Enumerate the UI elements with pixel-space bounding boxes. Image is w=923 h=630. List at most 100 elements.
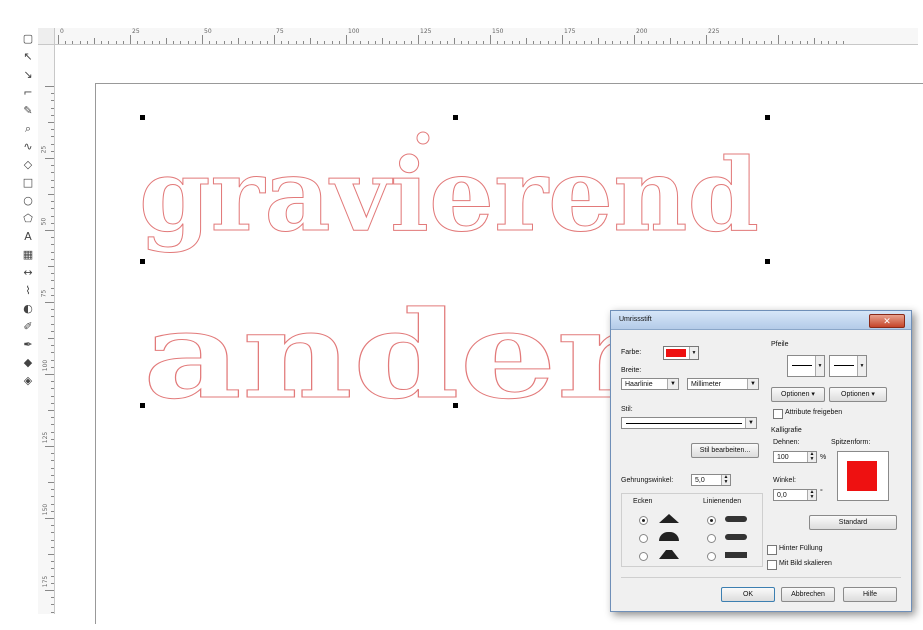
vertical-ruler[interactable]: 255075100125150175200	[38, 44, 55, 614]
ruler-tick	[51, 496, 54, 498]
ruler-tick	[806, 41, 808, 44]
ruler-label: 150	[492, 28, 504, 35]
ruler-tick	[51, 244, 54, 246]
horizontal-ruler[interactable]: 0 25 50 75 100 125 150 175 200 225	[38, 28, 918, 45]
ruler-tick	[48, 338, 54, 339]
cap-round-radio[interactable]	[707, 534, 716, 543]
ruler-tick	[158, 41, 160, 44]
arrow-end-select[interactable]: ▼	[829, 355, 867, 377]
ruler-tick	[58, 35, 59, 44]
hilfe-button[interactable]: Hilfe	[843, 587, 897, 602]
ruler-tick	[785, 41, 787, 44]
nib-shape-preview[interactable]	[837, 451, 889, 501]
selection-handle[interactable]	[140, 403, 145, 408]
ruler-tick	[151, 41, 153, 44]
hinter-fuellung-checkbox[interactable]	[767, 545, 777, 555]
ruler-tick	[45, 86, 54, 87]
ruler-tick	[51, 129, 54, 131]
corner-miter-radio[interactable]	[639, 516, 648, 525]
rectangle-tool-icon[interactable]: □	[21, 176, 35, 190]
curve-tool-icon[interactable]: ∿	[21, 140, 35, 154]
ruler-tick	[583, 41, 585, 44]
selection-handle[interactable]	[453, 115, 458, 120]
selection-handle[interactable]	[765, 259, 770, 264]
selection-handle[interactable]	[765, 115, 770, 120]
ruler-tick	[51, 150, 54, 152]
ruler-tick	[51, 539, 54, 541]
polygon-tool-icon[interactable]: ⬠	[21, 212, 35, 226]
selection-handle[interactable]	[453, 403, 458, 408]
close-icon[interactable]: ✕	[869, 314, 905, 328]
dehnen-spinner[interactable]: 100 ▲ ▼	[773, 451, 817, 463]
stil-bearbeiten-button[interactable]: Stil bearbeiten...	[691, 443, 759, 458]
optionen-right-button[interactable]: Optionen ▾	[829, 387, 887, 402]
ruler-tick	[302, 41, 304, 44]
optionen-left-button[interactable]: Optionen ▾	[771, 387, 825, 402]
ruler-label: 175	[42, 575, 50, 588]
ruler-tick	[360, 41, 362, 44]
dimension-tool-icon[interactable]: ↔	[21, 266, 35, 280]
breite-select[interactable]: Haarlinie ▼	[621, 378, 679, 390]
dialog-titlebar[interactable]: Umrissstift ✕	[611, 311, 911, 330]
connector-tool-icon[interactable]: ⌇	[21, 284, 35, 298]
arrow-start-select[interactable]: ▼	[787, 355, 825, 377]
color-picker[interactable]: ▼	[663, 346, 699, 360]
abbrechen-button[interactable]: Abbrechen	[781, 587, 835, 602]
ruler-tick	[655, 41, 657, 44]
ruler-tick	[338, 41, 340, 44]
ruler-tick	[48, 266, 54, 267]
cap-butt-radio[interactable]	[707, 516, 716, 525]
ruler-tick	[562, 35, 563, 44]
spinner-arrows-icon[interactable]: ▲ ▼	[721, 475, 730, 485]
einheit-value: Millimeter	[691, 381, 721, 388]
freehand-tool-icon[interactable]: ✎	[21, 104, 35, 118]
mit-bild-checkbox[interactable]	[767, 560, 777, 570]
ok-button[interactable]: OK	[721, 587, 775, 602]
ruler-corner[interactable]	[38, 28, 55, 45]
breite-label: Breite:	[621, 367, 642, 374]
ruler-tick	[166, 38, 167, 44]
ruler-tick	[51, 431, 54, 433]
ruler-tick	[497, 41, 499, 44]
gehrung-spinner[interactable]: 5,0 ▲ ▼	[691, 474, 731, 486]
ruler-tick	[51, 359, 54, 361]
fill-tool-icon[interactable]: ◆	[21, 356, 35, 370]
winkel-unit: °	[820, 489, 823, 496]
interactive-fill-icon[interactable]: ◈	[21, 374, 35, 388]
standard-button[interactable]: Standard	[809, 515, 897, 530]
stil-select[interactable]: ▼	[621, 417, 757, 429]
ruler-tick	[835, 41, 837, 44]
spinner-arrows-icon[interactable]: ▲ ▼	[807, 490, 816, 500]
winkel-spinner[interactable]: 0,0 ▲ ▼	[773, 489, 817, 501]
eyedropper-tool-icon[interactable]: ✐	[21, 320, 35, 334]
einheit-select[interactable]: Millimeter ▼	[687, 378, 759, 390]
selection-handle[interactable]	[140, 259, 145, 264]
attribute-checkbox[interactable]	[773, 409, 783, 419]
smear-tool-icon[interactable]: ↘	[21, 68, 35, 82]
chevron-down-icon: ▼	[747, 379, 758, 389]
ellipse-tool-icon[interactable]: ○	[21, 194, 35, 208]
ruler-label: 0	[60, 28, 64, 35]
interactive-tool-icon[interactable]: ◐	[21, 302, 35, 316]
shape-tool-icon[interactable]: ↖	[21, 50, 35, 64]
table-tool-icon[interactable]: ▦	[21, 248, 35, 262]
ruler-tick	[684, 41, 686, 44]
selection-handle[interactable]	[140, 115, 145, 120]
ruler-tick	[245, 41, 247, 44]
text-tool-icon[interactable]: A	[21, 230, 35, 244]
dehnen-unit: %	[820, 454, 827, 461]
crop-tool-icon[interactable]: ⌐	[21, 86, 35, 100]
zoom-tool-icon[interactable]: ⌕	[21, 122, 35, 136]
spinner-arrows-icon[interactable]: ▲ ▼	[807, 452, 816, 462]
outline-tool-icon[interactable]: ✒	[21, 338, 35, 352]
ruler-tick	[288, 41, 290, 44]
smart-fill-icon[interactable]: ◇	[21, 158, 35, 172]
kalligrafie-label: Kalligrafie	[771, 427, 802, 434]
pick-tool-icon[interactable]: ▢	[21, 32, 35, 46]
chevron-down-icon: ▼	[815, 356, 824, 376]
cap-square-radio[interactable]	[707, 552, 716, 561]
corner-bevel-radio[interactable]	[639, 552, 648, 561]
mit-bild-label: Mit Bild skalieren	[779, 560, 832, 567]
ruler-tick	[706, 35, 707, 44]
corner-round-radio[interactable]	[639, 534, 648, 543]
